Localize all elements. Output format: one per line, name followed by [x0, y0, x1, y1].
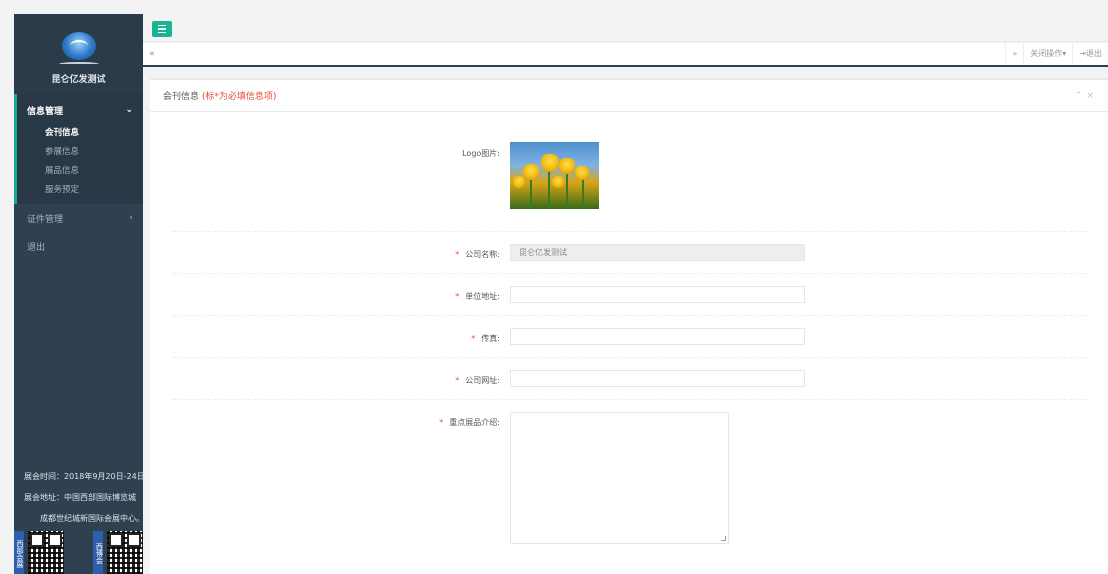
nav-group-label: 信息管理 [27, 106, 64, 117]
qr-code-row: 西部会展 西博会 [14, 531, 143, 574]
sidebar-item-label: 退出 [27, 242, 46, 253]
website-label: * 公司网址: [455, 376, 500, 385]
company-logo-icon [61, 32, 96, 60]
sidebar-item-label: 证件管理 [27, 214, 64, 225]
sidebar-item-exhibitor-info[interactable]: 参展信息 [17, 143, 143, 162]
chevron-left-icon: ‹ [129, 213, 133, 223]
chevron-down-icon: ⌄ [125, 105, 133, 115]
tab-bar-actions: » 关闭操作▾ ⇥退出 [1005, 43, 1108, 65]
sidebar-item-certificate-management[interactable]: 证件管理 ‹ [14, 204, 143, 232]
exit-icon: ⇥ [1079, 49, 1086, 58]
panel-tools: ⌃× [1075, 91, 1098, 101]
scroll-right-icon[interactable]: » [1005, 43, 1023, 65]
intro-row: * 重点展品介绍: [173, 400, 1087, 560]
panel-title: 会刊信息 (标*为必填信息项) [163, 89, 276, 102]
expo-time: 展会时间：2018年9月20日-24日 [24, 472, 145, 481]
sidebar-item-logout[interactable]: 退出 [14, 232, 143, 260]
expo-address: 展会地址：中国西部国际博览城 [24, 493, 136, 502]
resize-handle-icon[interactable] [721, 536, 726, 541]
sidebar-item-service-booking[interactable]: 服务预定 [17, 181, 143, 200]
fax-row: * 传真: [173, 316, 1087, 358]
panel-title-text: 会刊信息 [163, 92, 200, 102]
close-operations-dropdown[interactable]: 关闭操作▾ [1023, 43, 1072, 65]
sidebar-logo-area: 昆仑亿发测试 [14, 14, 143, 94]
panel-header: 会刊信息 (标*为必填信息项) ⌃× [150, 78, 1108, 112]
tab-bar: « » 关闭操作▾ ⇥退出 [143, 43, 1108, 67]
sidebar-item-publication-info[interactable]: 会刊信息 [17, 124, 143, 143]
nav-group-info-management: 信息管理 ⌄ 会刊信息 参展信息 展品信息 服务预定 [14, 94, 143, 204]
qr-tag-label: 西部会展 [14, 531, 24, 574]
website-row: * 公司网址: [173, 358, 1087, 400]
sidebar-item-exhibit-info[interactable]: 展品信息 [17, 162, 143, 181]
intro-label: * 重点展品介绍: [439, 418, 500, 427]
intro-textarea[interactable] [510, 412, 729, 544]
fax-input[interactable] [510, 328, 805, 345]
company-name: 昆仑亿发测试 [51, 75, 106, 85]
address-row: * 单位地址: [173, 274, 1087, 316]
company-name-label: * 公司名称: [455, 250, 500, 259]
logo-image[interactable] [510, 142, 599, 209]
company-name-field: 昆仑亿发测试 [510, 244, 805, 261]
company-name-row: * 公司名称: 昆仑亿发测试 [173, 232, 1087, 274]
nav-group-header[interactable]: 信息管理 ⌄ [17, 102, 143, 118]
menu-toggle-button[interactable] [152, 21, 172, 37]
top-navbar [143, 14, 1108, 42]
logo-wing-icon [58, 62, 99, 66]
main-content: 会刊信息 (标*为必填信息项) ⌃× Logo图片: * 公司名称: 昆仑亿发测试… [150, 78, 1108, 574]
address-label: * 单位地址: [455, 292, 500, 301]
qr-code-icon [27, 531, 64, 574]
logo-label: Logo图片: [462, 149, 500, 158]
scroll-left-icon[interactable]: « [149, 49, 155, 59]
qr-tag-label: 西博会 [93, 531, 104, 574]
website-input[interactable] [510, 370, 805, 387]
logo-row: Logo图片: [173, 122, 1087, 232]
address-input[interactable] [510, 286, 805, 303]
exit-button[interactable]: ⇥退出 [1072, 43, 1108, 65]
required-note: (标*为必填信息项) [201, 92, 277, 102]
qr-code-icon [107, 531, 143, 574]
collapse-icon[interactable]: ⌃ [1075, 91, 1087, 101]
expo-address-detail: 成都世纪城新国际会展中心。 [40, 514, 144, 523]
expo-info: 展会时间：2018年9月20日-24日 展会地址：中国西部国际博览城 成都世纪城… [14, 466, 145, 529]
exit-label: 退出 [1086, 49, 1102, 58]
fax-label: * 传真: [471, 334, 500, 343]
close-icon[interactable]: × [1086, 91, 1098, 101]
sidebar: 昆仑亿发测试 信息管理 ⌄ 会刊信息 参展信息 展品信息 服务预定 证件管理 ‹… [14, 14, 145, 574]
